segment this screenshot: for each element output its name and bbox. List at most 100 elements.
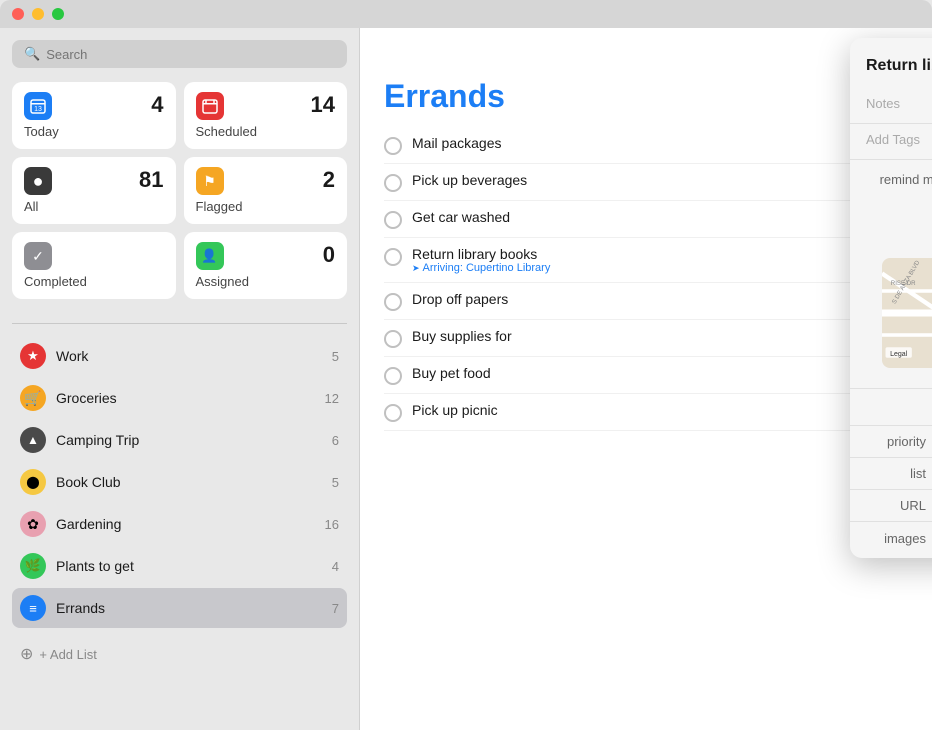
priority-row: priority None	[850, 426, 932, 458]
task-sub-4: ➤ Arriving: Cupertino Library	[412, 262, 878, 274]
detail-title: Return library books	[866, 57, 932, 75]
task-item-4[interactable]: Return library books ➤ Arriving: Cuperti…	[384, 238, 908, 283]
errands-name: Errands	[56, 600, 332, 616]
task-circle-3[interactable]	[384, 211, 402, 229]
bookclub-name: Book Club	[56, 474, 332, 490]
detail-header: Return library books ⚑	[850, 38, 932, 88]
tags-placeholder[interactable]: Add Tags	[866, 128, 932, 155]
list-item-groceries[interactable]: 🛒 Groceries 12	[12, 378, 347, 418]
images-label: images	[866, 531, 926, 546]
search-icon: 🔍	[24, 46, 40, 62]
map-container: RODRIGUES AVE ANEY AVE S DE ANZA BLVD PA…	[882, 258, 932, 368]
list-item-errands[interactable]: ≡ Errands 7	[12, 588, 347, 628]
all-label: All	[24, 199, 164, 214]
groceries-name: Groceries	[56, 390, 325, 406]
messaging-row: When Messaging a Person	[850, 389, 932, 426]
plants-name: Plants to get	[56, 558, 332, 574]
smart-list-assigned[interactable]: 👤 0 Assigned	[184, 232, 348, 299]
task-circle-2[interactable]	[384, 174, 402, 192]
add-list-label: + Add List	[39, 647, 96, 662]
smart-lists-grid: 13 4 Today	[12, 82, 347, 299]
groceries-dot: 🛒	[20, 385, 46, 411]
task-text-3: Get car washed	[412, 209, 510, 225]
task-item-8[interactable]: Pick up picnic	[384, 394, 908, 431]
task-text-5: Drop off papers	[412, 291, 508, 307]
task-text-8: Pick up picnic	[412, 402, 498, 418]
app-container: 🔍 13 4 Today	[0, 28, 932, 730]
today-label: Today	[24, 124, 164, 139]
groceries-count: 12	[325, 391, 339, 406]
url-label: URL	[866, 498, 926, 513]
work-name: Work	[56, 348, 332, 364]
images-row: images ⊕ Add Image...	[850, 522, 932, 558]
close-button[interactable]	[12, 8, 24, 20]
gardening-dot: ✿	[20, 511, 46, 537]
title-bar	[0, 0, 932, 28]
smart-list-today[interactable]: 13 4 Today	[12, 82, 176, 149]
list-item-gardening[interactable]: ✿ Gardening 16	[12, 504, 347, 544]
list-label: list	[866, 466, 926, 481]
task-circle-6[interactable]	[384, 330, 402, 348]
at-location-row: ✓ At a Location Cupertino Library	[866, 196, 932, 227]
flagged-icon: ⚑	[196, 167, 224, 195]
arriving-leaving-row: Arriving Leaving	[866, 235, 932, 250]
completed-icon: ✓	[24, 242, 52, 270]
main-content: + Errands 8 Mail packages Pick up bevera…	[360, 28, 932, 730]
maximize-button[interactable]	[52, 8, 64, 20]
task-circle-1[interactable]	[384, 137, 402, 155]
task-content-4: Return library books ➤ Arriving: Cuperti…	[412, 246, 878, 274]
main-header: Errands 8	[360, 58, 932, 127]
camping-dot: ▲	[20, 427, 46, 453]
task-item-2[interactable]: Pick up beverages	[384, 164, 908, 201]
assigned-label: Assigned	[196, 274, 336, 289]
location-arrow-icon: ➤	[412, 263, 420, 274]
detail-tags-section: Add Tags	[850, 124, 932, 160]
svg-text:13: 13	[34, 106, 42, 113]
task-item-1[interactable]: Mail packages	[384, 127, 908, 164]
url-row: URL None	[850, 490, 932, 522]
task-text-7: Buy pet food	[412, 365, 491, 381]
smart-list-scheduled[interactable]: 14 Scheduled	[184, 82, 348, 149]
svg-text:Legal: Legal	[890, 351, 908, 358]
task-text-2: Pick up beverages	[412, 172, 527, 188]
search-input[interactable]	[46, 47, 335, 62]
detail-notes-section: Notes	[850, 88, 932, 124]
list-item-bookclub[interactable]: ⬤ Book Club 5	[12, 462, 347, 502]
bookclub-dot: ⬤	[20, 469, 46, 495]
today-count: 4	[151, 92, 163, 118]
task-circle-8[interactable]	[384, 404, 402, 422]
assigned-icon: 👤	[196, 242, 224, 270]
smart-list-all[interactable]: ● 81 All	[12, 157, 176, 224]
smart-list-flagged[interactable]: ⚑ 2 Flagged	[184, 157, 348, 224]
list-item-camping[interactable]: ▲ Camping Trip 6	[12, 420, 347, 460]
all-count: 81	[139, 167, 163, 193]
sidebar-divider	[12, 323, 347, 324]
completed-label: Completed	[24, 274, 164, 289]
list-item-work[interactable]: ★ Work 5	[12, 336, 347, 376]
remind-me-section: remind me On a Day ✓ At a Location Cuper…	[850, 160, 932, 389]
notes-placeholder[interactable]: Notes	[866, 92, 932, 119]
errands-dot: ≡	[20, 595, 46, 621]
task-circle-7[interactable]	[384, 367, 402, 385]
task-text-1: Mail packages	[412, 135, 502, 151]
task-circle-5[interactable]	[384, 293, 402, 311]
task-item-6[interactable]: Buy supplies for	[384, 320, 908, 357]
add-list-button[interactable]: ⊕ + Add List	[12, 634, 347, 674]
bookclub-count: 5	[332, 475, 339, 490]
lists-container: ★ Work 5 🛒 Groceries 12 ▲ Camping Trip 6…	[12, 336, 347, 630]
task-text-6: Buy supplies for	[412, 328, 512, 344]
task-item-3[interactable]: Get car washed	[384, 201, 908, 238]
smart-list-completed[interactable]: ✓ Completed	[12, 232, 176, 299]
task-item-7[interactable]: Buy pet food	[384, 357, 908, 394]
list-item-plants[interactable]: 🌿 Plants to get 4	[12, 546, 347, 586]
task-item-5[interactable]: Drop off papers	[384, 283, 908, 320]
minimize-button[interactable]	[32, 8, 44, 20]
task-circle-4[interactable]	[384, 248, 402, 266]
work-count: 5	[332, 349, 339, 364]
today-icon: 13	[24, 92, 52, 120]
search-bar[interactable]: 🔍	[12, 40, 347, 68]
task-list: Mail packages Pick up beverages Get car …	[360, 127, 932, 730]
all-icon: ●	[24, 167, 52, 195]
plants-count: 4	[332, 559, 339, 574]
svg-text:RISE DR: RISE DR	[891, 280, 916, 287]
